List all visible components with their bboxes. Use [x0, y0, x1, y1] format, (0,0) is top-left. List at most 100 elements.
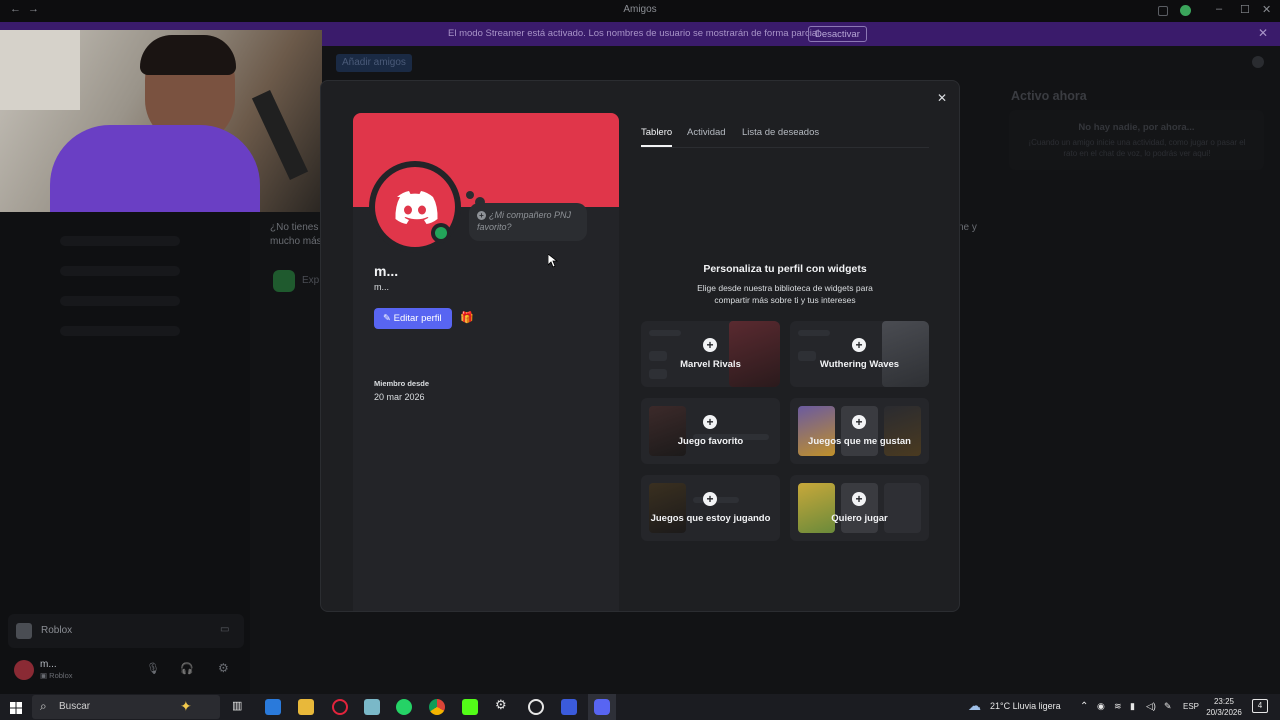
settings-icon[interactable]: ⚙ [495, 697, 511, 713]
widget-wuthering-waves[interactable]: + Wuthering Waves [790, 321, 929, 387]
display-name: m... [374, 263, 399, 279]
pencil-icon: ✎ [383, 313, 394, 324]
repo-cover [884, 406, 921, 456]
user-activity: ▣ Roblox [40, 671, 73, 680]
close-icon[interactable]: ✕ [1258, 26, 1268, 40]
widget-label: Quiero jugar [831, 513, 888, 524]
mic-icon[interactable]: 🎙 [146, 662, 160, 675]
screen-icon[interactable] [1158, 6, 1168, 16]
widget-label: Juegos que me gustan [808, 436, 911, 447]
close-modal-icon[interactable]: ✕ [937, 91, 947, 105]
opera-icon[interactable] [332, 699, 348, 715]
npc-bubble[interactable]: + ¿Mi compañero PNJ favorito? [469, 203, 587, 241]
tray-app-icon[interactable]: ◉ [1097, 701, 1105, 712]
roblox-taskbar-icon[interactable] [561, 699, 577, 715]
widget-favorite-game[interactable]: + Juego favorito [641, 398, 780, 464]
mic-tray-icon[interactable]: ▮ [1130, 701, 1135, 712]
volume-icon[interactable]: ◁) [1146, 701, 1156, 712]
online-dot [435, 227, 447, 239]
widget-label: Wuthering Waves [819, 359, 900, 370]
deactivate-button[interactable]: Desactivar [808, 26, 867, 42]
tab-activity[interactable]: Actividad [687, 127, 726, 138]
add-widget-icon: + [852, 415, 866, 429]
weather-text[interactable]: 21°C Lluvia ligera [990, 701, 1061, 711]
add-friends-button[interactable]: Añadir amigos [336, 54, 412, 72]
peak-cover [798, 406, 835, 456]
notifications-count: 4 [1257, 701, 1263, 710]
clock[interactable]: 23:25 20/3/2026 [1206, 696, 1242, 718]
chrome-icon[interactable] [429, 699, 445, 715]
minimize-icon[interactable]: – [1216, 3, 1222, 15]
widget-want-to-play[interactable]: + Quiero jugar [790, 475, 929, 541]
windows-start-icon[interactable] [10, 701, 22, 714]
explore-label: Exp [302, 275, 320, 286]
sparkle-icon: ✦ [180, 698, 192, 714]
active-now-card: No hay nadie, por ahora... ¡Cuando un am… [1009, 110, 1264, 170]
rust-cover [884, 483, 921, 533]
widget-playing-games[interactable]: + Juegos que estoy jugando [641, 475, 780, 541]
clock-time: 23:25 [1213, 697, 1235, 706]
marvel-rivals-art [729, 321, 780, 387]
wuthering-waves-art [882, 321, 929, 387]
obs-icon[interactable] [528, 699, 544, 715]
file-explorer-icon[interactable] [298, 699, 314, 715]
widget-label: Marvel Rivals [680, 359, 741, 370]
language-indicator[interactable]: ESP [1183, 702, 1199, 711]
add-widget-icon: + [852, 338, 866, 352]
discord-taskbar-active[interactable] [588, 694, 616, 720]
empty-text: ¿No tienes [270, 222, 319, 233]
edit-profile-button[interactable]: ✎ Editar perfil [374, 308, 452, 329]
voice-panel[interactable]: Roblox ▭ [8, 614, 244, 648]
tab-dashboard[interactable]: Tablero [641, 127, 672, 138]
plus-circle-icon: + [477, 211, 486, 220]
status-icon[interactable] [1180, 5, 1191, 16]
gear-icon[interactable]: ⚙ [218, 661, 229, 675]
chat-icon[interactable]: ▭ [220, 624, 229, 635]
game-cover [649, 483, 686, 533]
title-bar: ← → Amigos – ☐ ✕ [0, 0, 1280, 22]
whatsapp-icon[interactable] [396, 699, 412, 715]
user-panel: m... ▣ Roblox 🎙 🎧 ⚙ [8, 652, 244, 688]
npc-bubble-text: + ¿Mi compañero PNJ favorito? [477, 210, 572, 232]
placeholder-bar [649, 330, 681, 336]
add-widget-icon: + [703, 492, 717, 506]
tab-wishlist[interactable]: Lista de deseados [742, 127, 819, 138]
profile-modal: ✕ + ¿Mi compañero PNJ favorito? m... m...… [320, 80, 960, 612]
gift-icon: 🎁 [460, 312, 474, 324]
member-since-date: 20 mar 2026 [374, 392, 425, 402]
person-hair [140, 35, 236, 75]
profile-card: + ¿Mi compañero PNJ favorito? m... m... ✎… [353, 113, 619, 611]
taskbar: ⌕ Buscar ✦ ▥ ⚙ ☁ 21°C Lluvia ligera ⌃ ◉ … [0, 694, 1280, 720]
person-shirt [50, 125, 260, 212]
taskbar-search[interactable]: ⌕ Buscar ✦ [32, 695, 220, 719]
pen-icon[interactable]: ✎ [1164, 701, 1172, 712]
gift-button[interactable]: 🎁 [459, 308, 475, 329]
widget-liked-games[interactable]: + Juegos que me gustan [790, 398, 929, 464]
game-cover [649, 406, 686, 456]
inbox-icon[interactable] [1252, 56, 1264, 68]
placeholder-bar [798, 330, 830, 336]
task-view-icon[interactable]: ▥ [232, 699, 248, 715]
maximize-icon[interactable]: ☐ [1240, 3, 1250, 16]
add-widget-icon: + [852, 492, 866, 506]
store-icon[interactable] [265, 699, 281, 715]
app-icon[interactable] [364, 699, 380, 715]
server-name: Roblox [41, 625, 73, 636]
roblox-icon [16, 623, 32, 639]
notifications-icon[interactable]: 4 [1252, 699, 1268, 713]
chevron-up-icon[interactable]: ⌃ [1080, 701, 1088, 712]
widget-marvel-rivals[interactable]: + Marvel Rivals [641, 321, 780, 387]
close-window-icon[interactable]: ✕ [1262, 3, 1271, 16]
user-avatar[interactable] [14, 660, 34, 680]
mouse-cursor [547, 253, 559, 273]
weather-icon: ☁ [968, 698, 981, 713]
explore-icon[interactable] [273, 270, 295, 292]
window-title: Amigos [623, 4, 657, 15]
headphones-icon[interactable]: 🎧 [180, 662, 194, 675]
empty-text: ne y [958, 222, 977, 233]
game-cover [798, 483, 835, 533]
empty-text: mucho más [270, 236, 322, 247]
kick-icon[interactable] [462, 699, 478, 715]
search-icon: ⌕ [40, 699, 47, 713]
wifi-icon[interactable]: ≋ [1114, 701, 1122, 712]
